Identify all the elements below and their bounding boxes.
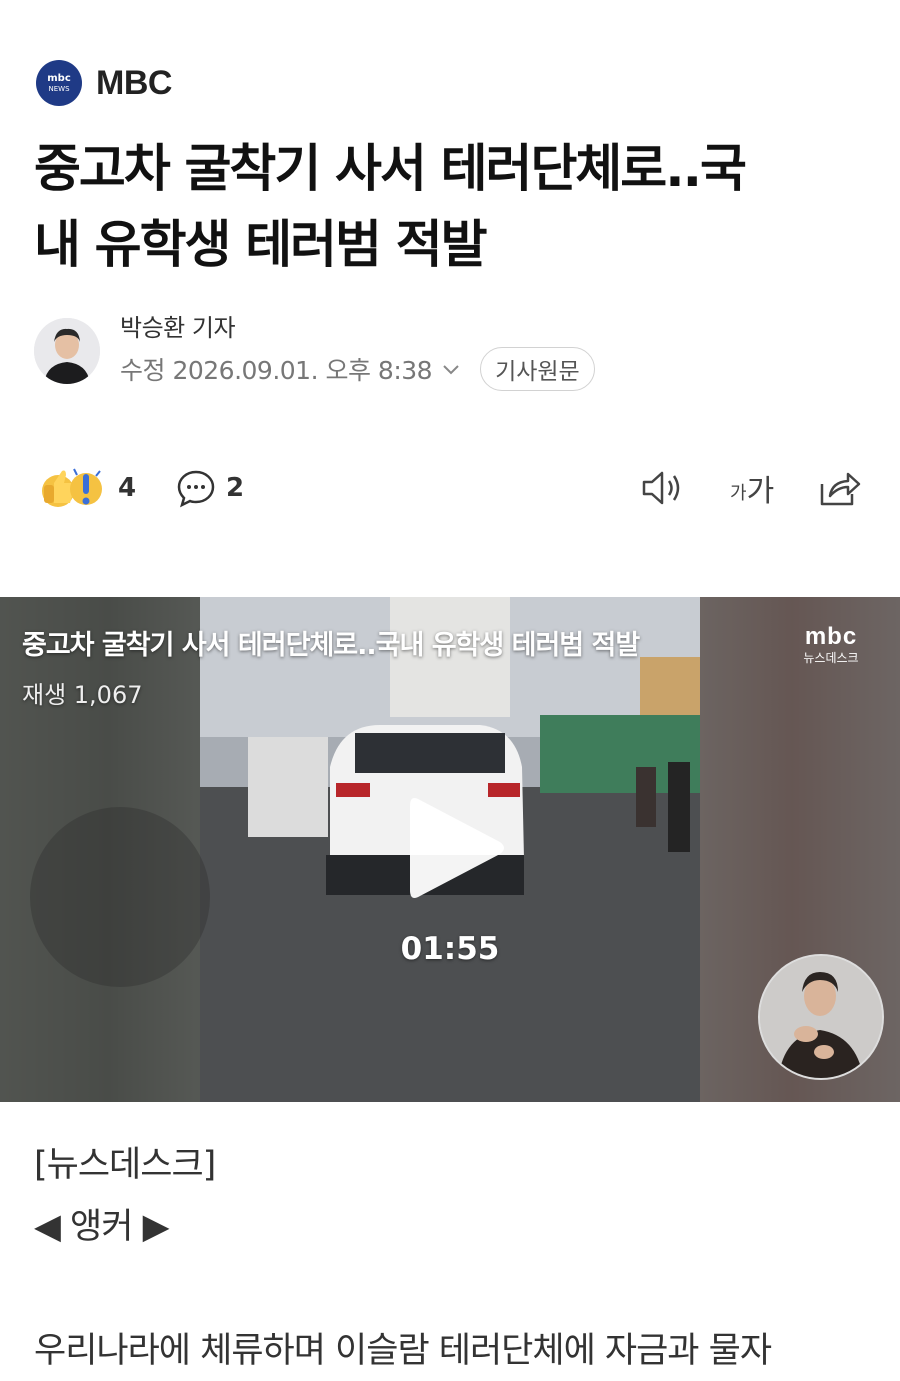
action-bar: 4 2 가 가 bbox=[36, 460, 866, 516]
press-header[interactable]: mbc NEWS MBC bbox=[36, 60, 172, 106]
share-button[interactable] bbox=[818, 460, 862, 516]
publish-date: 수정 2026.09.01. 오후 8:38 bbox=[120, 356, 433, 385]
reaction-thumbs-icon bbox=[42, 468, 102, 507]
speaker-icon bbox=[642, 471, 680, 505]
chevron-down-icon[interactable] bbox=[440, 358, 462, 380]
comment-icon bbox=[177, 470, 215, 508]
video-player[interactable]: 중고차 굴착기 사서 테러단체로..국내 유학생 테러범 적발 재생 1,067… bbox=[0, 597, 900, 1102]
article-title: 중고차 굴착기 사서 테러단체로..국 내 유학생 테러범 적발 bbox=[34, 132, 874, 284]
meta-row: 수정 2026.09.01. 오후 8:38 기사원문 bbox=[120, 347, 595, 391]
comment-count: 2 bbox=[226, 473, 245, 503]
video-duration: 01:55 bbox=[400, 931, 500, 967]
listen-button[interactable] bbox=[640, 460, 686, 516]
logo-text: mbc bbox=[47, 72, 71, 84]
font-size-large-label: 가 bbox=[746, 474, 775, 509]
font-size-small-label: 가 bbox=[730, 483, 747, 504]
video-title: 중고차 굴착기 사서 테러단체로..국내 유학생 테러범 적발 bbox=[22, 630, 640, 661]
share-icon bbox=[820, 472, 861, 506]
brand-text: mbc bbox=[804, 623, 858, 650]
reaction-count: 4 bbox=[118, 473, 137, 503]
original-article-button[interactable]: 기사원문 bbox=[480, 347, 595, 391]
font-size-button[interactable]: 가 가 bbox=[730, 460, 774, 516]
comment-button[interactable]: 2 bbox=[176, 460, 244, 516]
brand-subtext: 뉴스데스크 bbox=[803, 651, 859, 665]
sign-language-interpreter bbox=[758, 954, 884, 1080]
body-anchor-label: ◀ 앵커 ▶ bbox=[34, 1207, 169, 1247]
play-icon[interactable] bbox=[404, 790, 508, 906]
title-line-2: 내 유학생 테러범 적발 bbox=[34, 216, 488, 275]
logo-subtext: NEWS bbox=[48, 84, 70, 93]
reaction-button[interactable]: 4 bbox=[36, 460, 136, 516]
video-play-count: 재생 1,067 bbox=[22, 681, 143, 709]
mbc-logo: mbc NEWS bbox=[36, 60, 82, 106]
author-name[interactable]: 박승환 기자 bbox=[120, 308, 236, 343]
title-line-1: 중고차 굴착기 사서 테러단체로..국 bbox=[34, 140, 747, 199]
video-brand-logo: mbc 뉴스데스크 bbox=[796, 623, 866, 665]
author-avatar[interactable] bbox=[34, 318, 100, 384]
press-name: MBC bbox=[96, 63, 172, 102]
body-section-label: [뉴스데스크] bbox=[34, 1145, 216, 1185]
body-paragraph: 우리나라에 체류하며 이슬람 테러단체에 자금과 물자 bbox=[34, 1331, 772, 1371]
